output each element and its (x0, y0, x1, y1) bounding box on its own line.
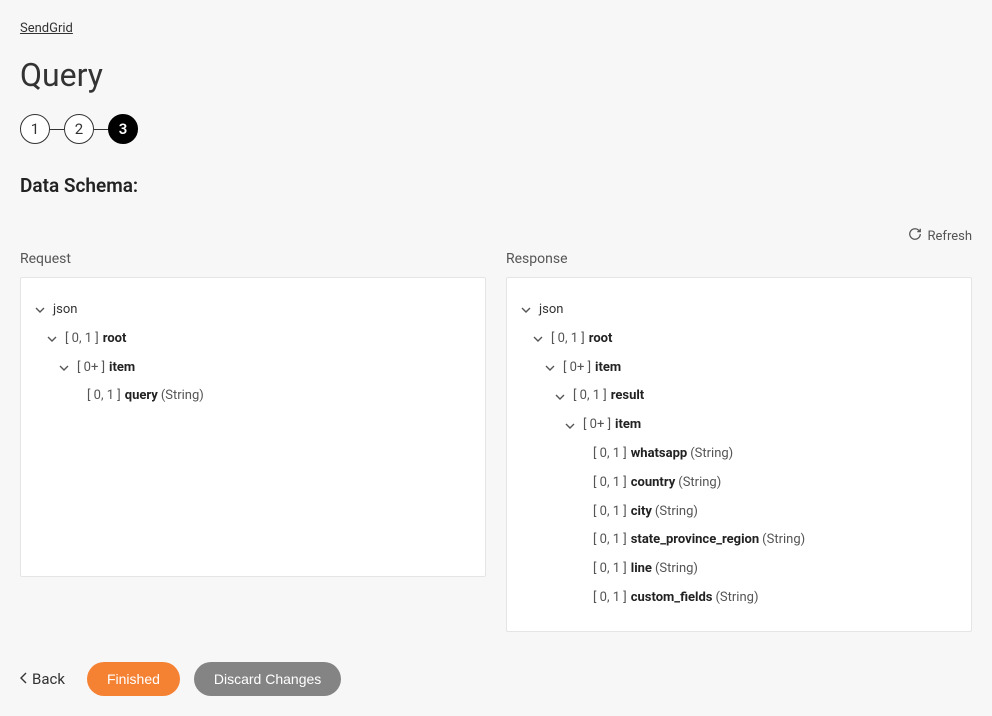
response-panel: json[ 0, 1 ] root[ 0+ ] item[ 0, 1 ] res… (506, 277, 972, 632)
tree-node: [ 0, 1 ] country (String) (521, 469, 957, 498)
step-2[interactable]: 2 (64, 114, 94, 144)
tree-name: custom_fields (631, 588, 713, 609)
tree-cardinality: [ 0, 1 ] (593, 444, 627, 465)
tree-label: json (53, 300, 77, 321)
tree-cardinality: [ 0, 1 ] (593, 473, 627, 494)
finished-button[interactable]: Finished (87, 662, 180, 696)
request-panel: json[ 0, 1 ] root[ 0+ ] item[ 0, 1 ] que… (20, 277, 486, 577)
tree-name: result (611, 386, 644, 407)
refresh-label: Refresh (928, 229, 972, 244)
tree-node[interactable]: [ 0, 1 ] root (35, 325, 471, 354)
tree-cardinality: [ 0, 1 ] (593, 502, 627, 523)
tree-type: (String) (762, 530, 805, 551)
tree-node: [ 0, 1 ] state_province_region (String) (521, 526, 957, 555)
tree-cardinality: [ 0+ ] (583, 415, 611, 436)
tree-name: item (615, 415, 641, 436)
refresh-button[interactable]: Refresh (908, 227, 972, 245)
section-title: Data Schema: (20, 174, 972, 197)
tree-type: (String) (161, 386, 204, 407)
request-title: Request (20, 251, 486, 267)
tree-node: [ 0, 1 ] custom_fields (String) (521, 584, 957, 613)
tree-node: [ 0, 1 ] city (String) (521, 498, 957, 527)
step-1[interactable]: 1 (20, 114, 50, 144)
tree-node[interactable]: [ 0, 1 ] result (521, 382, 957, 411)
tree-name: state_province_region (631, 530, 759, 551)
refresh-icon (908, 227, 922, 245)
tree-type: (String) (715, 588, 758, 609)
tree-name: whatsapp (631, 444, 687, 465)
chevron-down-icon[interactable] (35, 305, 49, 315)
chevron-down-icon[interactable] (555, 392, 569, 402)
tree-cardinality: [ 0+ ] (77, 358, 105, 379)
back-button[interactable]: Back (20, 670, 65, 688)
tree-node[interactable]: json (35, 296, 471, 325)
tree-type: (String) (678, 473, 721, 494)
tree-name: root (103, 329, 127, 350)
page-title: Query (20, 56, 972, 94)
stepper: 123 (20, 114, 972, 144)
tree-name: city (631, 502, 652, 523)
tree-node[interactable]: [ 0+ ] item (521, 354, 957, 383)
tree-name: line (631, 559, 652, 580)
step-3[interactable]: 3 (108, 114, 138, 144)
chevron-down-icon[interactable] (59, 363, 73, 373)
tree-type: (String) (655, 559, 698, 580)
tree-label: json (539, 300, 563, 321)
tree-node: [ 0, 1 ] whatsapp (String) (521, 440, 957, 469)
tree-cardinality: [ 0, 1 ] (593, 559, 627, 580)
tree-type: (String) (655, 502, 698, 523)
tree-name: root (589, 329, 613, 350)
tree-cardinality: [ 0, 1 ] (593, 588, 627, 609)
chevron-down-icon[interactable] (545, 363, 559, 373)
tree-node: [ 0, 1 ] query (String) (35, 382, 471, 411)
tree-cardinality: [ 0, 1 ] (65, 329, 99, 350)
tree-cardinality: [ 0+ ] (563, 358, 591, 379)
tree-node[interactable]: [ 0+ ] item (35, 354, 471, 383)
tree-type: (String) (690, 444, 733, 465)
chevron-down-icon[interactable] (47, 334, 61, 344)
back-label: Back (32, 670, 65, 688)
tree-cardinality: [ 0, 1 ] (551, 329, 585, 350)
tree-node[interactable]: json (521, 296, 957, 325)
tree-name: query (125, 386, 158, 407)
tree-node[interactable]: [ 0, 1 ] root (521, 325, 957, 354)
tree-cardinality: [ 0, 1 ] (573, 386, 607, 407)
response-title: Response (506, 251, 972, 267)
breadcrumb[interactable]: SendGrid (20, 21, 73, 36)
chevron-left-icon (20, 670, 28, 688)
tree-node: [ 0, 1 ] line (String) (521, 555, 957, 584)
chevron-down-icon[interactable] (533, 334, 547, 344)
discard-button[interactable]: Discard Changes (194, 662, 341, 696)
tree-name: item (109, 358, 135, 379)
tree-name: country (631, 473, 676, 494)
step-line (50, 129, 64, 130)
tree-name: item (595, 358, 621, 379)
chevron-down-icon[interactable] (521, 305, 535, 315)
step-line (94, 129, 108, 130)
tree-cardinality: [ 0, 1 ] (593, 530, 627, 551)
tree-node[interactable]: [ 0+ ] item (521, 411, 957, 440)
tree-cardinality: [ 0, 1 ] (87, 386, 121, 407)
chevron-down-icon[interactable] (565, 421, 579, 431)
